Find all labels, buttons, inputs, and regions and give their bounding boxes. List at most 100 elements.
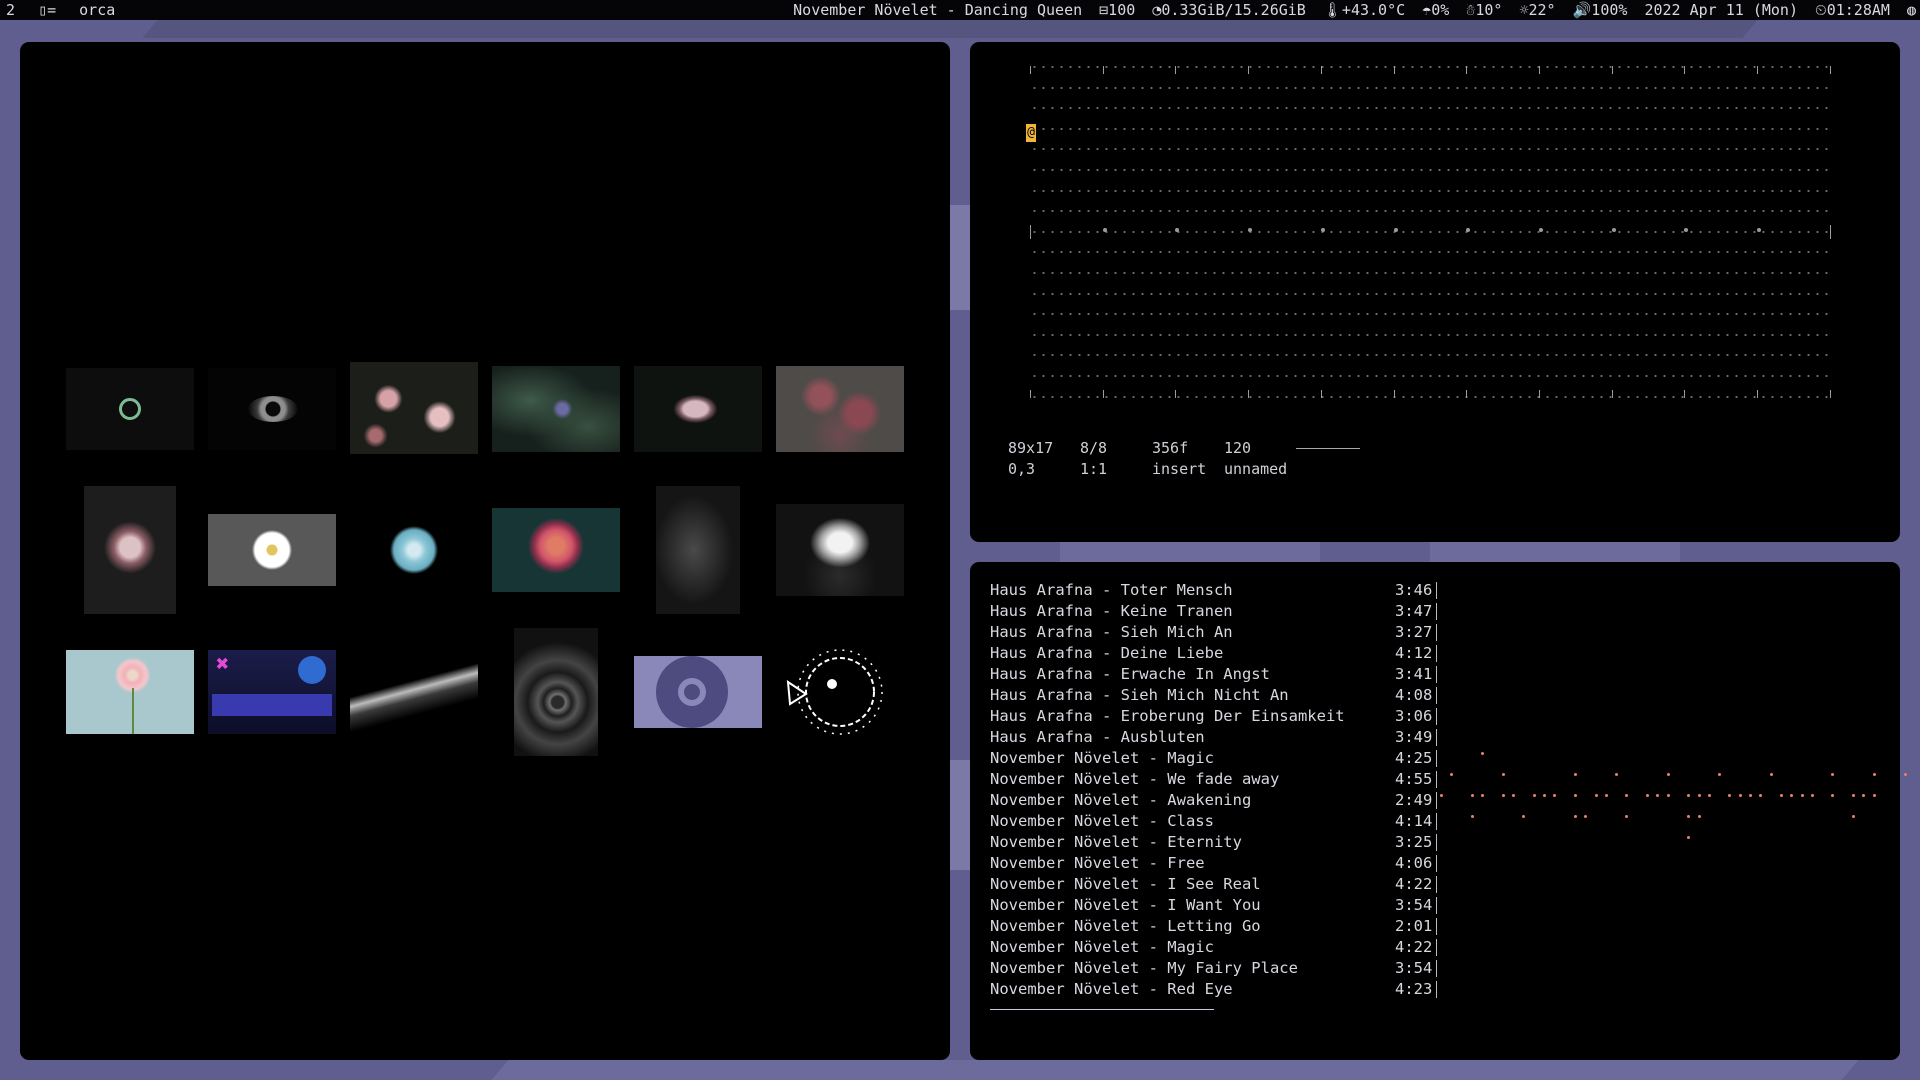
workspace-indicator[interactable]: 2 xyxy=(6,1,15,19)
grid-marker xyxy=(1321,228,1325,232)
thumb-fern[interactable] xyxy=(656,486,740,614)
grid-marker xyxy=(1466,66,1467,74)
thumb-ring-lavender[interactable] xyxy=(634,656,762,728)
memory-usage: ◔0.33GiB/15.26GiB xyxy=(1152,1,1306,19)
thumb-blue-rose[interactable] xyxy=(350,486,478,614)
track-title: Haus Arafna - Keine Tranen xyxy=(990,602,1233,620)
thumb-dahlia[interactable] xyxy=(492,508,620,592)
playlist-track[interactable]: November Növelet - Magic 4:25 xyxy=(990,748,1455,769)
grid-row xyxy=(1030,169,1830,171)
thumb-pink-gerbera[interactable] xyxy=(66,650,194,734)
grid-marker xyxy=(1612,228,1616,232)
thumb-dark-leaves[interactable] xyxy=(492,366,620,452)
room-shelf xyxy=(212,694,332,716)
thumb-dark-waves[interactable] xyxy=(350,650,478,734)
thumb-wilted-rose[interactable] xyxy=(84,486,176,614)
playlist-track[interactable]: Haus Arafna - Eroberung Der Einsamkeit 3:… xyxy=(990,706,1455,727)
track-separator xyxy=(1436,666,1437,683)
playlist-track[interactable]: Haus Arafna - Deine Liebe 4:12 xyxy=(990,643,1455,664)
thumb-bud[interactable] xyxy=(634,366,762,452)
track-separator xyxy=(1436,876,1437,893)
track-duration: 3:49 xyxy=(1395,728,1433,746)
playlist-track[interactable]: November Növelet - Free 4:06 xyxy=(990,853,1455,874)
grid-marker xyxy=(1248,390,1249,398)
grid-size: 89x17 xyxy=(1008,439,1054,457)
visualizer-dot xyxy=(1450,773,1454,776)
visualizer-dot xyxy=(1852,794,1855,797)
playlist-track[interactable]: November Növelet - Red Eye 4:23 xyxy=(990,979,1455,1000)
track-separator xyxy=(1436,687,1437,704)
playlist-track[interactable]: Haus Arafna - Ausbluten 3:49 xyxy=(990,727,1455,748)
playlist-track[interactable]: Haus Arafna - Keine Tranen 3:47 xyxy=(990,601,1455,622)
track-separator xyxy=(1436,981,1437,998)
visualizer-dot xyxy=(1779,794,1783,797)
layout-icon[interactable]: ▯= xyxy=(38,1,56,19)
cpu-temperature: 🌡+43.0°C xyxy=(1322,1,1406,19)
grid-row xyxy=(1030,334,1830,336)
visualizer-dot xyxy=(1522,815,1526,818)
thumb-spiral-shell[interactable] xyxy=(514,628,598,756)
track-title: November Növelet - We fade away xyxy=(990,770,1280,788)
playlist-track[interactable]: November Növelet - Eternity 3:25 xyxy=(990,832,1455,853)
playlist-track[interactable]: Haus Arafna - Sieh Mich An 3:27 xyxy=(990,622,1455,643)
playlist-track[interactable]: November Növelet - Class 4:14 xyxy=(990,811,1455,832)
track-title: November Növelet - Eternity xyxy=(990,833,1242,851)
visualizer-dot xyxy=(1646,794,1649,797)
visualizer-dot xyxy=(1697,794,1701,797)
thumb-pink-blossoms[interactable] xyxy=(350,362,478,454)
playlist-track[interactable]: November Növelet - Awakening 2:49 xyxy=(990,790,1455,811)
music-player-window[interactable]: Haus Arafna - Toter Mensch 3:46 Haus Arafn… xyxy=(970,562,1907,1060)
status-bar: 2 ▯= orca November Növelet - Dancing Que… xyxy=(0,0,1920,20)
track-title: November Növelet - Magic xyxy=(990,938,1214,956)
grid-row xyxy=(1030,128,1830,130)
visualizer-dot xyxy=(1738,794,1742,797)
orca-grid[interactable] xyxy=(1030,66,1831,406)
grid-marker xyxy=(1394,66,1395,74)
ring-lavender-inner xyxy=(678,678,706,706)
track-title: Haus Arafna - Toter Mensch xyxy=(990,581,1233,599)
track-duration: 3:47 xyxy=(1395,602,1433,620)
grid-row xyxy=(1030,354,1830,356)
track-separator xyxy=(1436,792,1437,809)
playlist-track[interactable]: Haus Arafna - Erwache In Angst 3:41 xyxy=(990,664,1455,685)
thumb-berries[interactable] xyxy=(776,366,904,452)
thumb-anime-room[interactable]: ✖ xyxy=(208,650,336,734)
audio-visualizer xyxy=(1440,752,1907,852)
playlist-track[interactable]: November Növelet - Magic 4:22 xyxy=(990,937,1455,958)
desktop-stripe xyxy=(491,1060,1859,1080)
track-duration: 4:23 xyxy=(1395,980,1433,998)
playlist-track[interactable]: Haus Arafna - Toter Mensch 3:46 xyxy=(990,580,1455,601)
track-duration: 3:27 xyxy=(1395,623,1433,641)
visualizer-dot xyxy=(1769,773,1773,776)
visualizer-dot xyxy=(1810,794,1814,797)
playback-progress[interactable] xyxy=(990,1009,1214,1010)
visualizer-dot xyxy=(1687,836,1691,839)
visualizer-dot xyxy=(1759,794,1763,797)
track-separator xyxy=(1436,645,1437,662)
playlist-track[interactable]: November Növelet - I See Real 4:22 xyxy=(990,874,1455,895)
playlist-track[interactable]: November Növelet - Letting Go 2:01 xyxy=(990,916,1455,937)
tray-icon[interactable]: ◍ xyxy=(1907,1,1916,19)
track-separator xyxy=(1436,939,1437,956)
thumb-eye[interactable] xyxy=(208,368,336,450)
thumb-ring-logo[interactable] xyxy=(66,368,194,450)
playlist-track[interactable]: November Növelet - My Fairy Place 3:54 xyxy=(990,958,1455,979)
visualizer-dot xyxy=(1470,794,1474,797)
grid-marker xyxy=(1830,225,1831,239)
thumb-white-daisy[interactable] xyxy=(208,514,336,586)
orca-editor-window[interactable]: @ 89x17 8/8 356f 120 0,3 1:1 insert unnamed xyxy=(970,42,1900,542)
grid-row xyxy=(1030,210,1830,212)
ring-logo-icon xyxy=(119,398,141,420)
playlist-track[interactable]: Haus Arafna - Sieh Mich Nicht An 4:08 xyxy=(990,685,1455,706)
playlist[interactable]: Haus Arafna - Toter Mensch 3:46 Haus Arafn… xyxy=(990,580,1455,1000)
pufferfish-icon xyxy=(786,649,883,735)
frame-count: 356f xyxy=(1152,439,1189,457)
thumb-pufferfish[interactable] xyxy=(776,642,904,742)
orca-cursor[interactable]: @ xyxy=(1026,124,1036,142)
thumb-white-lotus[interactable] xyxy=(776,504,904,596)
grid-marker xyxy=(1757,390,1758,398)
visualizer-dot xyxy=(1862,794,1866,797)
playlist-track[interactable]: November Növelet - I Want You 3:54 xyxy=(990,895,1455,916)
playlist-track[interactable]: November Növelet - We fade away 4:55 xyxy=(990,769,1455,790)
image-gallery-window[interactable]: ✖ xyxy=(20,42,950,1060)
